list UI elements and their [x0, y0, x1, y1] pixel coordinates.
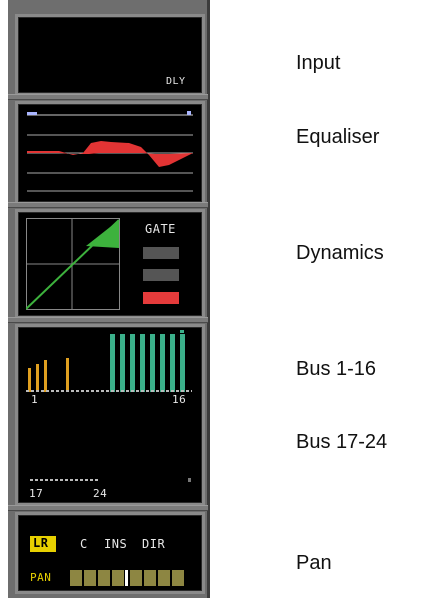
- pan-slider[interactable]: [70, 570, 184, 586]
- eq-curve-icon: [27, 141, 193, 167]
- bus-meter: [28, 368, 31, 392]
- dynamics-label: Dynamics: [296, 242, 384, 264]
- bus-1-label: 1: [31, 393, 39, 406]
- pan-title-label: Pan: [296, 552, 332, 574]
- c-label[interactable]: C: [80, 537, 88, 551]
- bus-peak: [180, 330, 184, 333]
- bus-meter: [110, 334, 115, 392]
- pan-position-marker: [125, 570, 128, 586]
- pan-label: PAN: [30, 571, 52, 584]
- input-label: Input: [296, 52, 341, 74]
- eq-lowcut-marker: [27, 112, 37, 115]
- bus-meter: [120, 334, 125, 392]
- bus-meter: [66, 358, 69, 392]
- bus-meter: [36, 364, 39, 392]
- separator: [8, 317, 208, 323]
- gate-label: GATE: [145, 222, 176, 236]
- bus-meter: [140, 334, 145, 392]
- dynamics-graph: [26, 218, 120, 310]
- bus-meter: [44, 360, 47, 392]
- bus-meter: [130, 334, 135, 392]
- bus-17-label: 17: [29, 487, 44, 500]
- bus-17-24-label: Bus 17-24: [296, 431, 388, 453]
- separator: [8, 202, 208, 208]
- dynamics-led-2: [143, 269, 179, 281]
- bus-1-16-label: Bus 1-16: [296, 358, 377, 380]
- eq-highcut-marker: [187, 111, 191, 115]
- input-dly-label: DLY: [166, 76, 186, 87]
- eq-graph: [27, 111, 193, 192]
- separator: [8, 94, 208, 100]
- bus-meter: [170, 334, 175, 392]
- dir-label[interactable]: DIR: [142, 537, 165, 551]
- dynamics-led-1: [143, 247, 179, 259]
- equaliser-label: Equaliser: [296, 126, 380, 148]
- separator: [8, 505, 208, 511]
- bus-17-24-meters: [30, 478, 191, 482]
- bus-meter: [150, 334, 155, 392]
- lr-label: LR: [33, 536, 49, 550]
- ins-label[interactable]: INS: [104, 537, 127, 551]
- bus-meter: [160, 334, 165, 392]
- bus-16-label: 16: [172, 393, 187, 406]
- dynamics-led-3: [143, 292, 179, 304]
- bus-1-16-meters: [26, 330, 192, 392]
- bus-meter: [180, 334, 185, 392]
- bus-24-label: 24: [93, 487, 108, 500]
